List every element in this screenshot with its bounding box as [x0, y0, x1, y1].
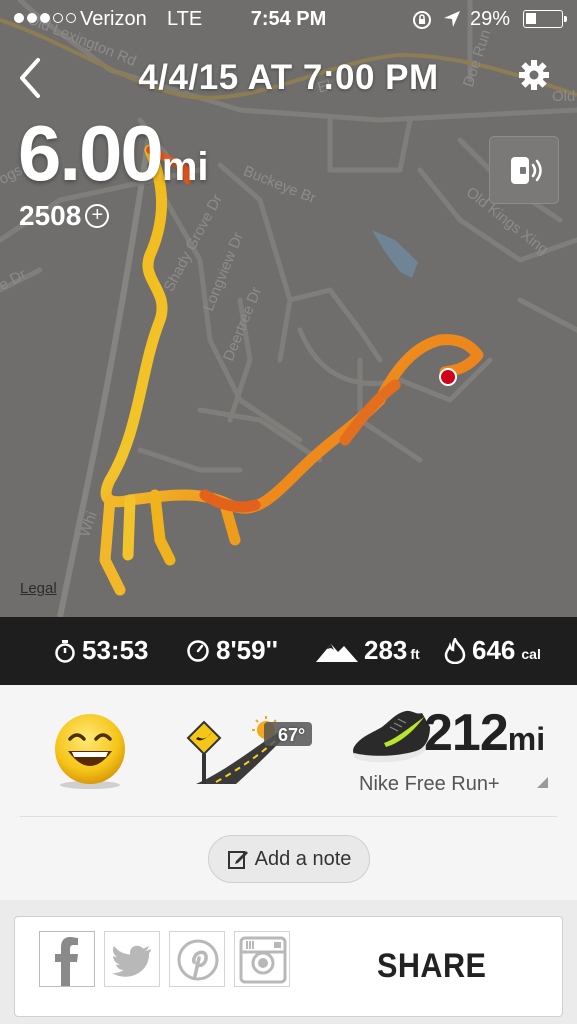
pace-stat: 8'59''	[186, 635, 278, 666]
dropdown-corner-icon[interactable]	[537, 777, 548, 788]
duration-value: 53:53	[82, 635, 149, 665]
pace-value: 8'59''	[216, 635, 278, 665]
temperature: 67°	[278, 725, 306, 745]
facebook-button[interactable]	[39, 931, 95, 987]
run-distance: 6.00mi	[18, 108, 209, 199]
shoe-miles-unit: mi	[507, 721, 546, 757]
calories-value: 646	[472, 635, 516, 665]
twitter-icon	[112, 945, 151, 977]
duration-stat: 53:53	[54, 635, 149, 666]
speedometer-icon	[187, 639, 209, 662]
shoe-name[interactable]: Nike Free Run+	[359, 773, 500, 796]
elevation-unit: ft	[410, 646, 420, 662]
location-arrow-icon	[444, 11, 460, 27]
facebook-icon	[55, 937, 78, 986]
battery-icon	[523, 10, 567, 28]
gear-icon	[519, 60, 549, 90]
distance-unit: mi	[161, 145, 209, 189]
pinterest-icon	[177, 939, 219, 981]
run-route	[99, 144, 484, 596]
pinterest-button[interactable]	[169, 931, 225, 987]
elevation-stat: 283 ft	[316, 635, 420, 666]
status-bar: Verizon LTE 7:54 PM 29%	[0, 0, 577, 38]
pond	[372, 230, 418, 278]
instagram-icon	[239, 936, 287, 984]
distance-value: 6.00	[18, 109, 164, 197]
plus-icon: +	[85, 204, 110, 228]
shoe-distance: 212mi	[424, 703, 545, 763]
stats-bar: 53:53 8'59'' 283 ft 646 cal	[0, 617, 577, 685]
share-panel[interactable]: SHARE	[14, 916, 563, 1017]
edit-note-icon	[227, 851, 248, 869]
legal-link[interactable]: Legal	[20, 580, 57, 597]
audio-feedback-button[interactable]	[489, 136, 559, 204]
battery-percent: 29%	[470, 8, 511, 30]
calories-unit: cal	[521, 646, 541, 662]
page-title: 4/4/15 AT 7:00 PM	[138, 58, 439, 97]
twitter-button[interactable]	[104, 931, 160, 987]
feeling-button[interactable]	[50, 711, 130, 791]
add-note-label: Add a note	[254, 847, 352, 870]
audio-feedback-icon	[511, 157, 542, 184]
stopwatch-icon	[55, 639, 75, 663]
elevation-value: 283	[364, 635, 408, 665]
flame-icon	[444, 637, 466, 664]
divider	[20, 816, 557, 817]
add-note-button[interactable]: Add a note	[208, 835, 370, 883]
end-marker	[439, 368, 457, 386]
rotation-lock-icon	[413, 11, 431, 29]
shoe-icon	[353, 710, 430, 763]
mountain-icon	[316, 643, 358, 662]
run-summary: 67° 212mi Nike Free Run+ Add a note	[0, 685, 577, 900]
nikefuel: 2508 +	[19, 200, 110, 232]
share-button[interactable]: SHARE	[377, 947, 486, 986]
instagram-button[interactable]	[234, 931, 290, 987]
calories-stat: 646 cal	[444, 635, 541, 666]
happy-face-icon	[55, 714, 125, 789]
shoe-miles-value: 212	[424, 704, 509, 762]
fuel-value: 2508	[19, 200, 82, 231]
settings-button[interactable]	[516, 57, 552, 93]
